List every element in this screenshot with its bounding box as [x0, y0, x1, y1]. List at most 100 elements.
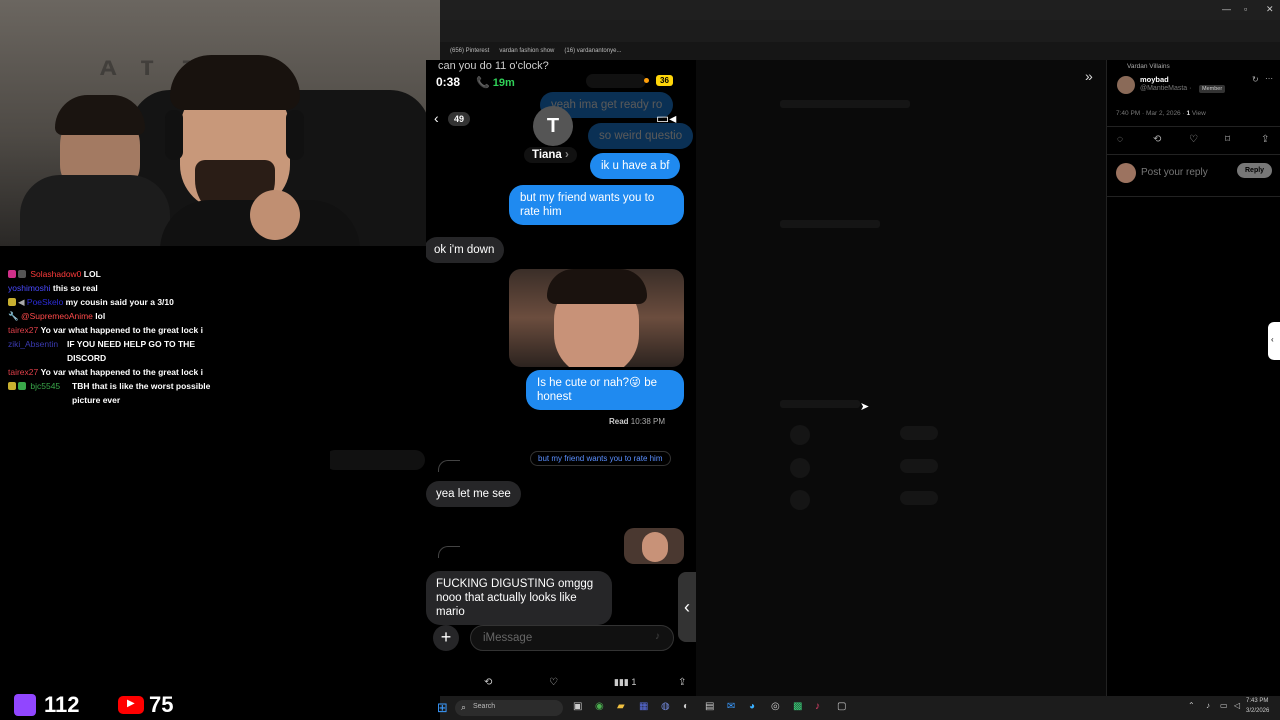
bookmark-facebook[interactable]: (16) vardanantonye... — [564, 48, 621, 54]
chat-username[interactable]: PoeSkelo — [27, 297, 63, 307]
photo-thumbnail[interactable] — [624, 528, 684, 564]
collapse-panel-icon[interactable]: » — [1085, 68, 1093, 84]
dynamic-island — [586, 74, 646, 88]
imessage-input[interactable]: iMessage ♪ — [470, 625, 674, 651]
like-icon[interactable]: ♡ — [549, 677, 558, 688]
received-message[interactable]: FUCKING DIGUSTING omggg nooo that actual… — [426, 571, 612, 625]
task-view-icon[interactable]: ▣ — [573, 701, 582, 712]
teams-icon[interactable]: ▦ — [639, 701, 648, 712]
share-icon[interactable]: ⇪ — [1261, 134, 1269, 145]
reply-input[interactable]: Post your reply — [1141, 167, 1208, 178]
maximize-icon[interactable]: ▫ — [1244, 4, 1247, 14]
chrome-icon[interactable]: ◉ — [595, 701, 604, 712]
reply-icon[interactable]: ◌ — [1117, 134, 1123, 145]
call-indicator[interactable]: 📞 19m — [470, 74, 521, 91]
share-icon[interactable]: ⇪ — [678, 677, 686, 688]
member-badge: Member — [1199, 85, 1226, 93]
repost-icon[interactable]: ⟲ — [484, 677, 492, 688]
app-icon[interactable]: ▢ — [837, 701, 846, 712]
close-icon[interactable]: ✕ — [1266, 4, 1274, 15]
chat-username[interactable]: Solashadow0 — [30, 269, 81, 279]
streamer-hair — [170, 55, 300, 110]
windows-start-icon[interactable]: ⊞ — [437, 700, 448, 716]
chat-username[interactable]: @SupremeoAnime — [21, 311, 93, 321]
imessage-placeholder: iMessage — [483, 632, 533, 644]
windows-taskbar: ⊞ ⌕ Search ▣ ◉ ▰ ▦ ◍ ◐ ▤ ✉ ◕ ◎ ▩ ♪ ▢ ⌃ ♪… — [437, 696, 1280, 720]
search-label: Search — [473, 703, 496, 710]
chat-text: lol — [95, 311, 106, 321]
app-icon[interactable]: ◐ — [683, 701, 689, 712]
dim-button — [900, 459, 938, 473]
contact-name[interactable]: Tiana › — [524, 147, 577, 163]
taskbar-date[interactable]: 3/2/2026 — [1246, 708, 1269, 714]
webcam-feed: ᴀ ᴛ ᴊ ᴘQ — [0, 0, 440, 246]
app-icon[interactable]: ▩ — [793, 701, 802, 712]
sent-photo[interactable] — [509, 269, 684, 367]
stream-chat: Solashadow0 LOL yoshimoshi this so real … — [0, 246, 330, 696]
store-icon[interactable]: ▤ — [705, 701, 714, 712]
sent-message[interactable]: Is he cute or nah?😜 be honest — [526, 370, 684, 410]
chat-message: bjc5545 — [8, 379, 60, 393]
faded-message: so weird questio — [588, 123, 694, 149]
plus-button[interactable]: + — [433, 625, 459, 651]
app-icon[interactable]: ◎ — [771, 701, 780, 712]
photo-hair — [547, 269, 647, 304]
received-message[interactable]: ok i'm down — [426, 237, 505, 263]
tiktok-icon[interactable]: ♪ — [815, 701, 820, 712]
side-drawer-handle[interactable]: ‹ — [1268, 322, 1280, 360]
reply-button[interactable]: Reply — [1237, 163, 1273, 178]
chat-username[interactable]: tairex27 — [8, 325, 38, 335]
sent-message[interactable]: but my friend wants you to rate him — [509, 185, 684, 225]
sent-message[interactable]: ik u have a bf — [590, 153, 681, 179]
like-icon[interactable]: ♡ — [1189, 134, 1198, 145]
bookmark-icon[interactable]: ⌑ — [1225, 134, 1230, 145]
views-count: 1 — [631, 677, 637, 687]
edge-icon[interactable]: ◕ — [749, 701, 755, 712]
repost-icon[interactable]: ⟲ — [1153, 134, 1161, 145]
discord-icon[interactable]: ◍ — [661, 701, 670, 712]
chat-text: TBH that is like the worst possible pict… — [72, 381, 211, 405]
tray-chevron-icon[interactable]: ⌃ — [1188, 701, 1195, 710]
back-icon[interactable]: ‹ — [434, 110, 439, 126]
divider — [1107, 126, 1280, 127]
contact-avatar[interactable]: T — [533, 106, 573, 146]
chat-message: ziki_Absentin — [8, 337, 58, 351]
twitch-icon — [14, 694, 36, 716]
more-icon[interactable]: ⋯ — [1265, 74, 1273, 83]
dim-placeholder — [780, 220, 880, 228]
mail-icon[interactable]: ✉ — [727, 701, 735, 712]
person-hair — [55, 95, 145, 135]
author-name[interactable]: moybad — [1140, 75, 1169, 84]
search-icon: ⌕ — [461, 702, 467, 712]
refresh-icon[interactable]: ↻ — [1252, 75, 1259, 84]
call-duration: 19m — [492, 77, 515, 89]
collapse-arrow[interactable]: ‹ — [678, 572, 696, 642]
taskbar-search[interactable]: ⌕ Search — [455, 700, 563, 716]
video-call-icon[interactable]: ▭◂ — [656, 110, 676, 127]
mic-icon[interactable]: ♪ — [1206, 701, 1210, 710]
network-icon[interactable]: ▭ — [1220, 701, 1228, 710]
bookmark-pinterest[interactable]: (656) Pinterest — [450, 48, 489, 54]
mic-icon[interactable]: ♪ — [655, 631, 660, 642]
unread-count-badge[interactable]: 49 — [448, 112, 471, 126]
chat-username[interactable]: tairex27 — [8, 367, 38, 377]
author-handle[interactable]: @MantieMasta · — [1140, 85, 1191, 92]
bookmark-fashion-show[interactable]: vardan fashion show — [499, 48, 554, 54]
stats-icon[interactable]: ▮▮▮ 1 — [614, 677, 636, 688]
received-message[interactable]: yea let me see — [426, 481, 521, 507]
volume-icon[interactable]: ◁ — [1234, 701, 1240, 710]
quoted-reply[interactable]: but my friend wants you to rate him — [530, 451, 671, 466]
chat-username[interactable]: yoshimoshi — [8, 283, 51, 293]
community-name[interactable]: Vardan Villains — [1127, 63, 1170, 70]
chat-text: IF YOU NEED HELP GO TO THE DISCORD — [67, 339, 195, 363]
phone-screen: can you do 11 o'clock? 0:38 📞 19m 36 ‹ 4… — [426, 60, 696, 696]
person-body — [20, 175, 170, 246]
chat-username[interactable]: bjc5545 — [30, 381, 60, 391]
file-explorer-icon[interactable]: ▰ — [617, 701, 625, 712]
minimize-icon[interactable]: — — [1222, 4, 1231, 14]
chat-username[interactable]: ziki_Absentin — [8, 339, 58, 349]
previous-message-text: can you do 11 o'clock? — [438, 60, 549, 72]
taskbar-time[interactable]: 7:43 PM — [1246, 698, 1268, 704]
avatar[interactable] — [1117, 76, 1135, 94]
avatar — [1116, 163, 1136, 183]
